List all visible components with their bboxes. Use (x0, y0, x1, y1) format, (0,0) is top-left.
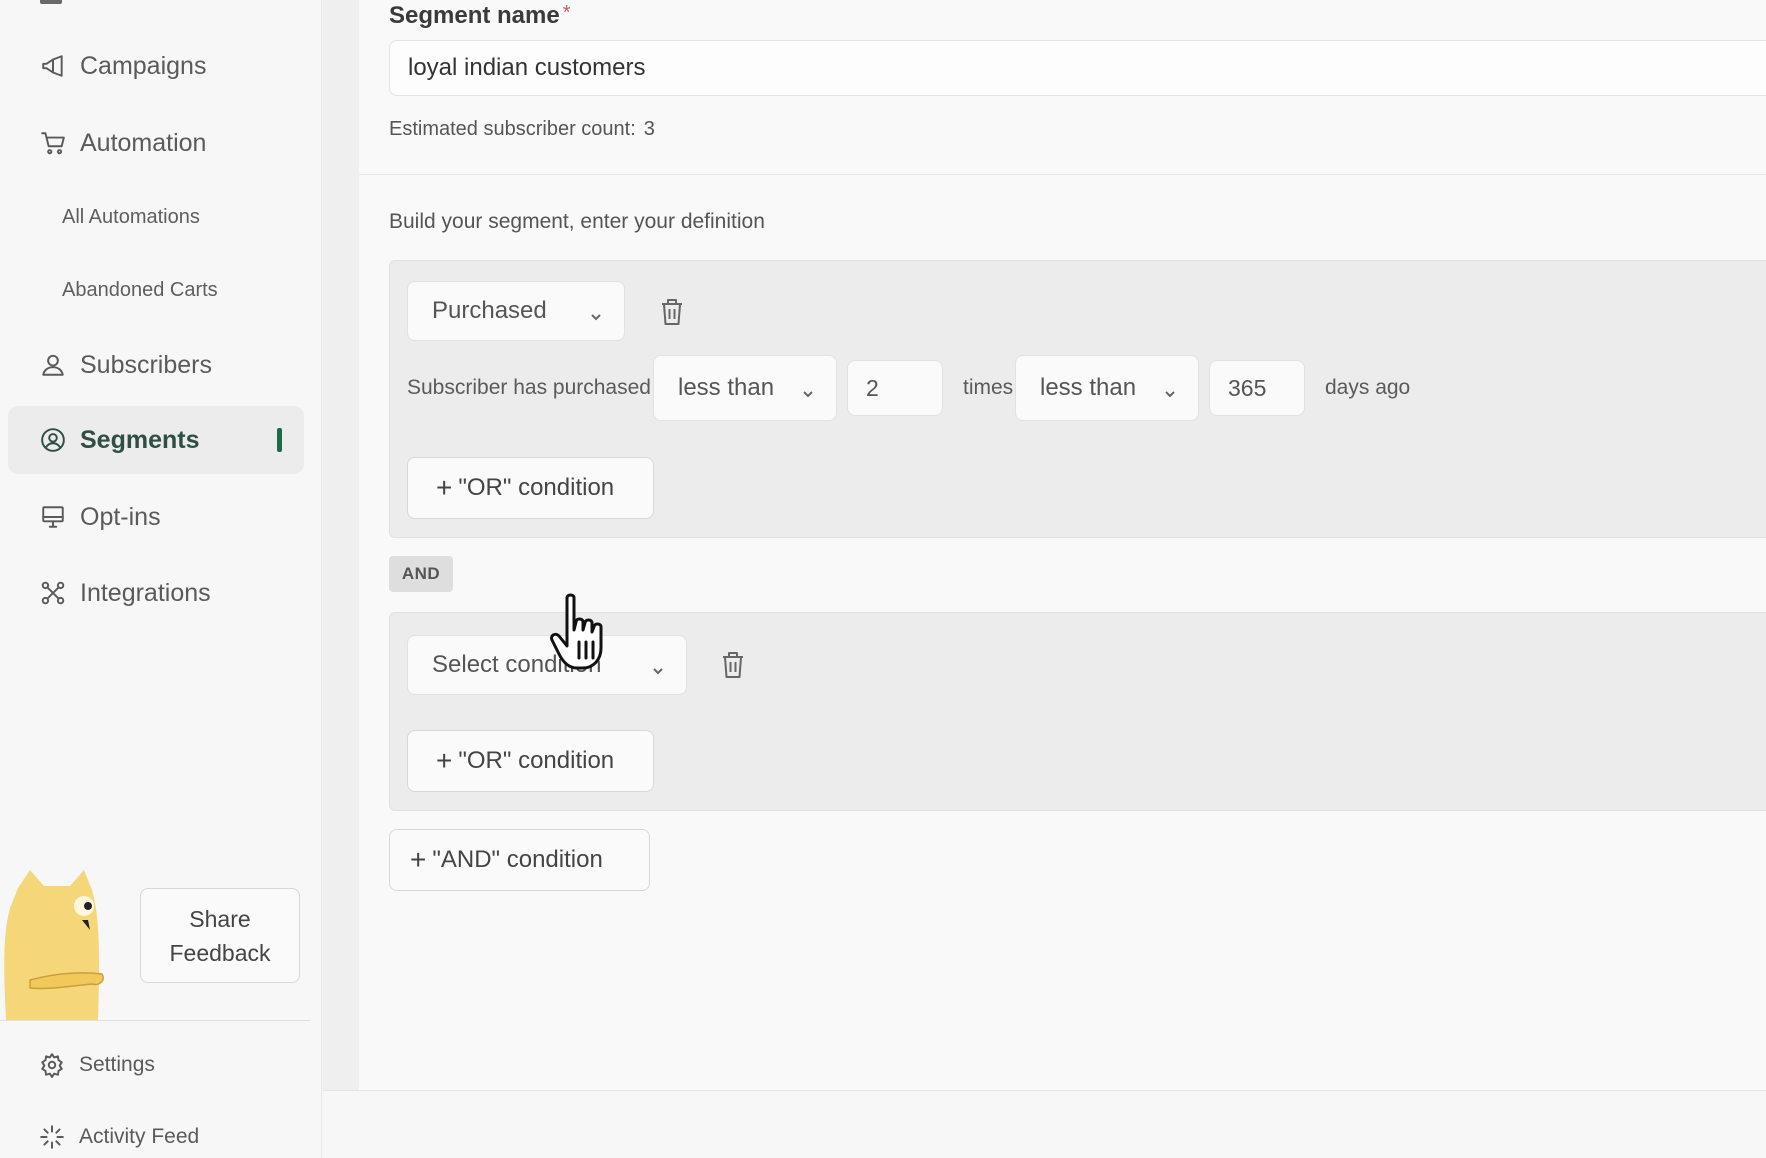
feedback-label-line1: Share (189, 905, 251, 932)
estimated-subscriber-count: Estimated subscriber count: 3 (389, 118, 655, 141)
days-input[interactable]: 365 (1209, 360, 1305, 416)
cart-icon (39, 129, 67, 157)
condition-select-value: Purchased (432, 297, 547, 324)
estimate-value: 3 (643, 118, 655, 140)
chevron-down-icon (588, 304, 604, 321)
feedback-label-line2: Feedback (169, 939, 271, 966)
sidebar-item-integrations[interactable]: Integrations (8, 559, 304, 627)
add-or-condition-button[interactable]: + "OR" condition (407, 457, 654, 519)
condition-group-2: Select condition + "OR" condition (389, 612, 1766, 811)
operator-select-value: less than (678, 374, 775, 401)
operator-select-2[interactable]: less than (1015, 355, 1199, 421)
chevron-down-icon (650, 658, 666, 675)
monitor-icon (39, 503, 67, 531)
purchase-count-input[interactable]: 2 (847, 360, 943, 416)
sidebar-item-segments[interactable]: Segments (8, 406, 304, 474)
sidebar-item-campaigns[interactable]: Campaigns (8, 32, 304, 100)
owl-mascot-illustration (4, 870, 104, 1020)
user-icon (39, 351, 67, 379)
plus-icon: + (436, 745, 453, 776)
operator-select-1[interactable]: less than (653, 355, 837, 421)
and-badge: AND (389, 556, 453, 592)
sidebar-divider (0, 1020, 310, 1021)
megaphone-icon (39, 52, 67, 80)
main-left-gutter (323, 0, 359, 1090)
chevron-down-icon (800, 381, 816, 398)
sparkle-icon (37, 1122, 67, 1152)
share-feedback-button[interactable]: Share Feedback (140, 888, 300, 983)
required-mark: * (562, 2, 571, 24)
purchase-prefix-label: Subscriber has purchased (407, 376, 651, 399)
chevron-down-icon (1162, 381, 1178, 398)
active-indicator (277, 428, 282, 452)
or-condition-label: "OR" condition (458, 474, 615, 501)
condition-select-value: Select condition (432, 651, 602, 678)
add-and-condition-button[interactable]: + "AND" condition (389, 829, 650, 891)
build-segment-label: Build your segment, enter your definitio… (389, 210, 765, 233)
gear-icon (37, 1050, 67, 1080)
main-footer-strip (323, 1090, 1766, 1158)
sidebar-item-label: Integrations (80, 578, 211, 607)
sidebar-subitem-all-automations[interactable]: All Automations (62, 206, 200, 229)
sidebar-item-activity-feed[interactable]: Activity Feed (37, 1122, 199, 1152)
days-ago-label: days ago (1325, 376, 1411, 399)
sidebar-item-label: Opt-ins (80, 502, 161, 531)
trash-icon[interactable] (720, 650, 746, 680)
times-label: times (963, 376, 1014, 399)
sidebar-item-label: Campaigns (80, 51, 207, 80)
sidebar-item-label: Subscribers (80, 350, 212, 379)
sidebar-item-subscribers[interactable]: Subscribers (8, 331, 304, 399)
sidebar: Campaigns Automation All Automations Aba… (0, 0, 322, 1158)
sidebar-item-opt-ins[interactable]: Opt-ins (8, 483, 304, 551)
sidebar-subitem-abandoned-carts[interactable]: Abandoned Carts (62, 279, 218, 302)
sidebar-top-item-stub (40, 0, 62, 4)
trash-icon[interactable] (659, 297, 685, 327)
condition-select[interactable]: Purchased (407, 281, 625, 341)
section-divider (359, 174, 1766, 175)
segment-name-input[interactable]: loyal indian customers (389, 40, 1766, 96)
sidebar-item-automation[interactable]: Automation (8, 109, 304, 177)
sidebar-item-label: Activity Feed (79, 1125, 200, 1148)
condition-group-1: Purchased Subscriber has purchased less … (389, 260, 1766, 538)
and-condition-label: "AND" condition (432, 846, 603, 873)
user-circle-icon (39, 426, 67, 454)
add-or-condition-button[interactable]: + "OR" condition (407, 730, 654, 792)
sidebar-item-settings[interactable]: Settings (37, 1050, 155, 1080)
integrations-icon (39, 579, 67, 607)
estimate-label: Estimated subscriber count: (389, 118, 636, 140)
segment-name-label: Segment name * (389, 2, 571, 29)
plus-icon: + (436, 472, 453, 503)
operator-select-value: less than (1040, 374, 1137, 401)
sidebar-item-label: Segments (80, 425, 200, 454)
plus-icon: + (410, 844, 427, 875)
or-condition-label: "OR" condition (458, 747, 615, 774)
condition-select[interactable]: Select condition (407, 635, 687, 695)
segment-editor: Segment name * loyal indian customers Est… (359, 0, 1766, 1090)
sidebar-item-label: Automation (80, 128, 207, 157)
sidebar-item-label: Settings (79, 1053, 155, 1076)
